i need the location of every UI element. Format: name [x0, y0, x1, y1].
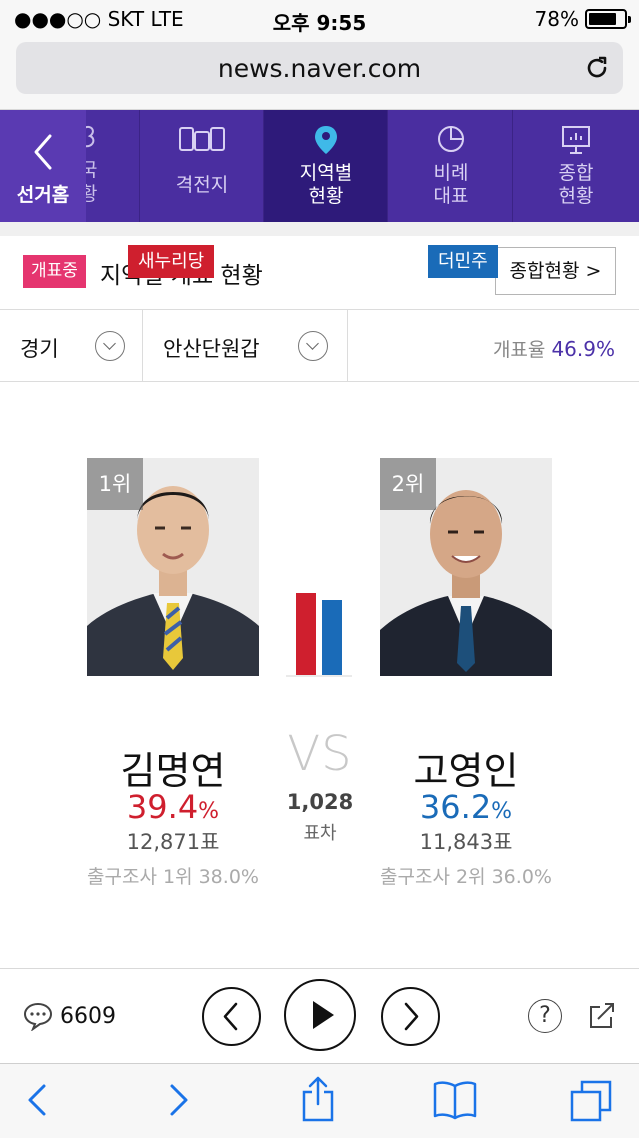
counting-rate-value: 46.9% — [551, 337, 615, 361]
party-badge: 더민주 — [428, 245, 498, 278]
overall-status-button[interactable]: 종합현황 > — [495, 247, 616, 295]
region-value: 경기 — [20, 337, 59, 361]
play-button[interactable] — [284, 979, 356, 1051]
tab-proportional[interactable]: 비례 대표 — [389, 110, 513, 222]
vote-difference: 1,028 — [286, 790, 354, 814]
chevron-right-icon — [404, 1002, 419, 1031]
reload-icon[interactable] — [583, 54, 611, 82]
help-button[interactable]: ? — [528, 999, 562, 1033]
status-bar: ●●●○○ SKT LTE 오후 9:55 78% — [0, 0, 639, 38]
exit-poll-result: 출구조사 2위 36.0% — [380, 866, 552, 888]
share-sheet-icon[interactable] — [300, 1074, 336, 1124]
partial-tab-icon — [86, 126, 95, 148]
bar-baseline — [286, 675, 352, 677]
tab-battleground-label: 격전지 — [175, 174, 229, 196]
vote-comparison-bars — [286, 585, 352, 677]
chevron-down-icon[interactable] — [95, 331, 125, 361]
pie-chart-icon — [438, 126, 464, 152]
district-value: 안산단원갑 — [163, 337, 260, 361]
battery-status: 78% — [534, 7, 631, 31]
back-chevron-icon — [34, 134, 52, 170]
browser-back-icon[interactable] — [22, 1080, 52, 1120]
section-divider — [0, 222, 639, 236]
board-chart-icon — [562, 126, 590, 154]
region-select[interactable]: 경기 — [0, 310, 143, 382]
play-icon — [313, 1001, 334, 1029]
bar-candidate-2 — [322, 600, 342, 675]
tab-regional-status[interactable]: 지역별 현황 — [264, 110, 388, 222]
rank-badge: 2위 — [380, 458, 436, 510]
bookmarks-icon[interactable] — [432, 1078, 478, 1122]
tab-overall-label: 종합 현황 — [558, 162, 594, 207]
vote-difference-unit: 표차 — [303, 823, 337, 844]
tab-battleground[interactable]: 격전지 — [140, 110, 264, 222]
player-controls: 6609 ? — [0, 968, 639, 1063]
tabs-icon[interactable] — [568, 1078, 614, 1122]
url-text[interactable]: news.naver.com — [16, 54, 623, 83]
previous-button[interactable] — [202, 987, 261, 1046]
tab-national-partial[interactable]: 국 황 — [86, 110, 140, 222]
tab-proportional-label: 비례 대표 — [433, 162, 469, 207]
books-icon — [179, 127, 225, 151]
party-badge: 새누리당 — [128, 245, 215, 278]
comment-count: 6609 — [60, 1003, 116, 1029]
counting-rate: 개표율 46.9% — [493, 335, 615, 362]
tab-overall[interactable]: 종합 현황 — [514, 110, 639, 222]
bar-candidate-1 — [296, 593, 316, 675]
share-icon[interactable] — [586, 999, 618, 1031]
section-header: 개표중 지역별 개표 현황 종합현황 > — [0, 236, 639, 310]
browser-forward-icon[interactable] — [164, 1080, 194, 1120]
vs-label: VS — [287, 726, 353, 782]
tab-regional-status-label: 지역별 현황 — [299, 162, 353, 207]
next-button[interactable] — [381, 987, 440, 1046]
battery-percent: 78% — [534, 7, 579, 31]
exit-poll-result: 출구조사 1위 38.0% — [87, 866, 259, 888]
chevron-left-icon — [223, 1002, 238, 1031]
comment-icon — [23, 1002, 53, 1031]
partial-tab-label: 국 황 — [86, 158, 100, 206]
rank-badge: 1위 — [87, 458, 143, 510]
candidate-photo: 2위 — [380, 458, 552, 676]
browser-address-area: news.naver.com — [0, 38, 639, 110]
filter-row: 경기 안산단원갑 개표율 46.9% — [0, 310, 639, 382]
battery-icon — [585, 9, 631, 29]
browser-toolbar — [0, 1063, 639, 1138]
counting-rate-label: 개표율 — [492, 339, 546, 361]
election-nav: 선거홈 국 황 격전지 지역별 현황 — [0, 110, 639, 222]
election-home-button[interactable]: 선거홈 — [0, 110, 86, 222]
district-select[interactable]: 안산단원갑 — [143, 310, 348, 382]
election-home-label: 선거홈 — [16, 184, 70, 206]
comment-button[interactable]: 6609 — [22, 1001, 116, 1031]
address-bar[interactable]: news.naver.com — [16, 42, 623, 94]
counting-live-badge: 개표중 — [23, 255, 86, 288]
candidate-photo: 1위 — [87, 458, 259, 676]
location-pin-icon — [315, 126, 337, 154]
chevron-down-icon[interactable] — [298, 331, 328, 361]
